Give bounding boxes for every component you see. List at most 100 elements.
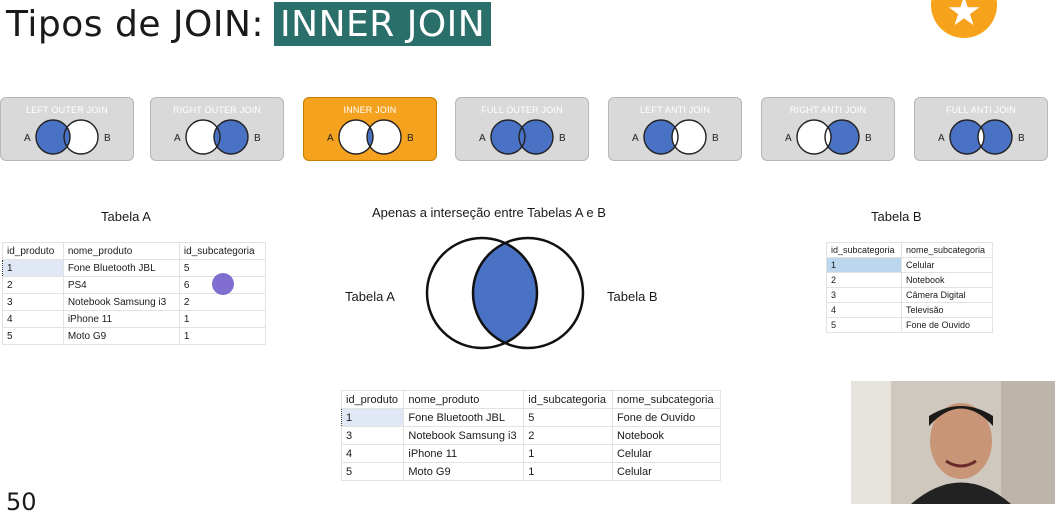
column-header[interactable]: nome_produto [62,242,180,260]
table-cell[interactable]: Fone de Ouvido [900,317,994,333]
table-cell[interactable]: Notebook [900,272,994,288]
table-cell[interactable]: 3 [826,287,902,303]
join-label-b: B [712,133,719,144]
webcam-overlay [851,381,1055,504]
join-chip-left-anti-join[interactable]: LEFT ANTI JOIN A B [608,97,742,161]
table-cell[interactable]: Notebook Samsung i3 [403,426,525,445]
table-row[interactable]: 5 Fone de Ouvido [826,317,994,333]
table-cell[interactable]: 3 [340,426,405,445]
table-b-title: Tabela B [871,209,922,224]
presenter-image [851,381,1055,504]
table-cell[interactable]: 1 [523,444,613,463]
join-label-b: B [407,133,414,144]
table-cell[interactable]: Moto G9 [62,327,180,345]
table-cell[interactable]: iPhone 11 [62,310,180,328]
table-row[interactable]: 4 iPhone 11 1 Celular [340,444,722,463]
join-type-strip: LEFT OUTER JOIN A B RIGHT OUTER JOIN A B INNER… [0,97,1055,163]
join-venn-icon: AB [174,119,261,155]
table-cell[interactable]: 1 [340,408,405,427]
table-cell[interactable]: 1 [178,327,267,345]
column-header[interactable]: id_subcategoria [523,390,613,409]
join-label-b: B [254,133,261,144]
table-cell[interactable]: Celular [611,462,722,481]
join-chip-right-outer-join[interactable]: RIGHT OUTER JOIN A B [150,97,284,161]
join-venn-icon: AB [938,119,1025,155]
table-cell[interactable]: 2 [523,426,613,445]
join-label-a: A [327,133,334,144]
column-header[interactable]: nome_produto [403,390,525,409]
star-icon: ★ [931,0,997,38]
table-row[interactable]: 1 Fone Bluetooth JBL 5 Fone de Ouvido [340,408,722,427]
table-cell[interactable]: 2 [2,276,64,294]
join-chip-right-anti-join[interactable]: RIGHT ANTI JOIN A B [761,97,895,161]
table-cell[interactable]: 3 [2,293,64,311]
venn-diagram [425,236,585,350]
table-cell[interactable]: Notebook Samsung i3 [62,293,180,311]
table-cell[interactable]: 5 [523,408,613,427]
table-cell[interactable]: 4 [340,444,405,463]
column-header[interactable]: id_subcategoria [826,242,902,258]
column-header[interactable]: id_produto [2,242,64,260]
join-venn-icon: AB [785,119,872,155]
mouse-cursor-indicator [212,273,234,295]
column-header[interactable]: nome_subcategoria [611,390,722,409]
title-highlight: INNER JOIN [274,2,492,46]
table-cell[interactable]: Celular [900,257,994,273]
table-cell[interactable]: 5 [826,317,902,333]
table-row[interactable]: 5 Moto G9 1 [2,327,267,345]
join-venn-icon: AB [327,119,414,155]
table-cell[interactable]: 5 [2,327,64,345]
table-cell[interactable]: iPhone 11 [403,444,525,463]
table-cell[interactable]: Celular [611,444,722,463]
table-cell[interactable]: PS4 [62,276,180,294]
result-table: id_produto nome_produto id_subcategoria nom… [340,390,722,481]
join-label-a: A [632,133,639,144]
table-b: id_subcategoria nome_subcategoria 1 Celular… [826,242,994,333]
join-label-a: A [785,133,792,144]
table-cell[interactable]: 4 [826,302,902,318]
table-row[interactable]: 5 Moto G9 1 Celular [340,462,722,481]
table-cell[interactable]: Televisão [900,302,994,318]
table-header-row: id_produto nome_produto id_subcategoria nom… [340,390,722,409]
table-cell[interactable]: 1 [178,310,267,328]
page-number: 50 [6,488,37,516]
table-cell[interactable]: 4 [2,310,64,328]
title-prefix: Tipos de JOIN: [6,3,265,45]
join-label-b: B [865,133,872,144]
table-cell[interactable]: Fone de Ouvido [611,408,722,427]
join-chip-full-anti-join[interactable]: FULL ANTI JOIN A B [914,97,1048,161]
table-row[interactable]: 1 Celular [826,257,994,273]
table-cell[interactable]: 5 [340,462,405,481]
join-venn-icon: AB [632,119,719,155]
join-chip-full-outer-join[interactable]: FULL OUTER JOIN A B [455,97,589,161]
column-header[interactable]: nome_subcategoria [900,242,994,258]
table-row[interactable]: 3 Notebook Samsung i3 2 [2,293,267,311]
table-row[interactable]: 2 Notebook [826,272,994,288]
table-cell[interactable]: Moto G9 [403,462,525,481]
table-cell[interactable]: 1 [2,259,64,277]
page-title: Tipos de JOIN: INNER JOIN [6,0,492,48]
join-chip-inner-join[interactable]: INNER JOIN A B [303,97,437,161]
table-cell[interactable]: Câmera Digital [900,287,994,303]
table-cell[interactable]: 1 [523,462,613,481]
table-row[interactable]: 4 iPhone 11 1 [2,310,267,328]
column-header[interactable]: id_subcategoria [178,242,267,260]
join-venn-icon: AB [24,119,111,155]
column-header[interactable]: id_produto [340,390,405,409]
table-row[interactable]: 4 Televisão [826,302,994,318]
table-cell[interactable]: Fone Bluetooth JBL [62,259,180,277]
table-header-row: id_produto nome_produto id_subcategoria [2,242,267,260]
table-cell[interactable]: 2 [178,293,267,311]
table-row[interactable]: 3 Notebook Samsung i3 2 Notebook [340,426,722,445]
table-cell[interactable]: Notebook [611,426,722,445]
join-label-a: A [24,133,31,144]
table-cell[interactable]: Fone Bluetooth JBL [403,408,525,427]
join-chip-left-outer-join[interactable]: LEFT OUTER JOIN A B [0,97,134,161]
join-venn-icon: AB [479,119,566,155]
join-label-a: A [174,133,181,144]
table-row[interactable]: 3 Câmera Digital [826,287,994,303]
venn-right-label: Tabela B [607,289,658,304]
table-cell[interactable]: 2 [826,272,902,288]
table-cell[interactable]: 1 [826,257,902,273]
join-label-b: B [559,133,566,144]
